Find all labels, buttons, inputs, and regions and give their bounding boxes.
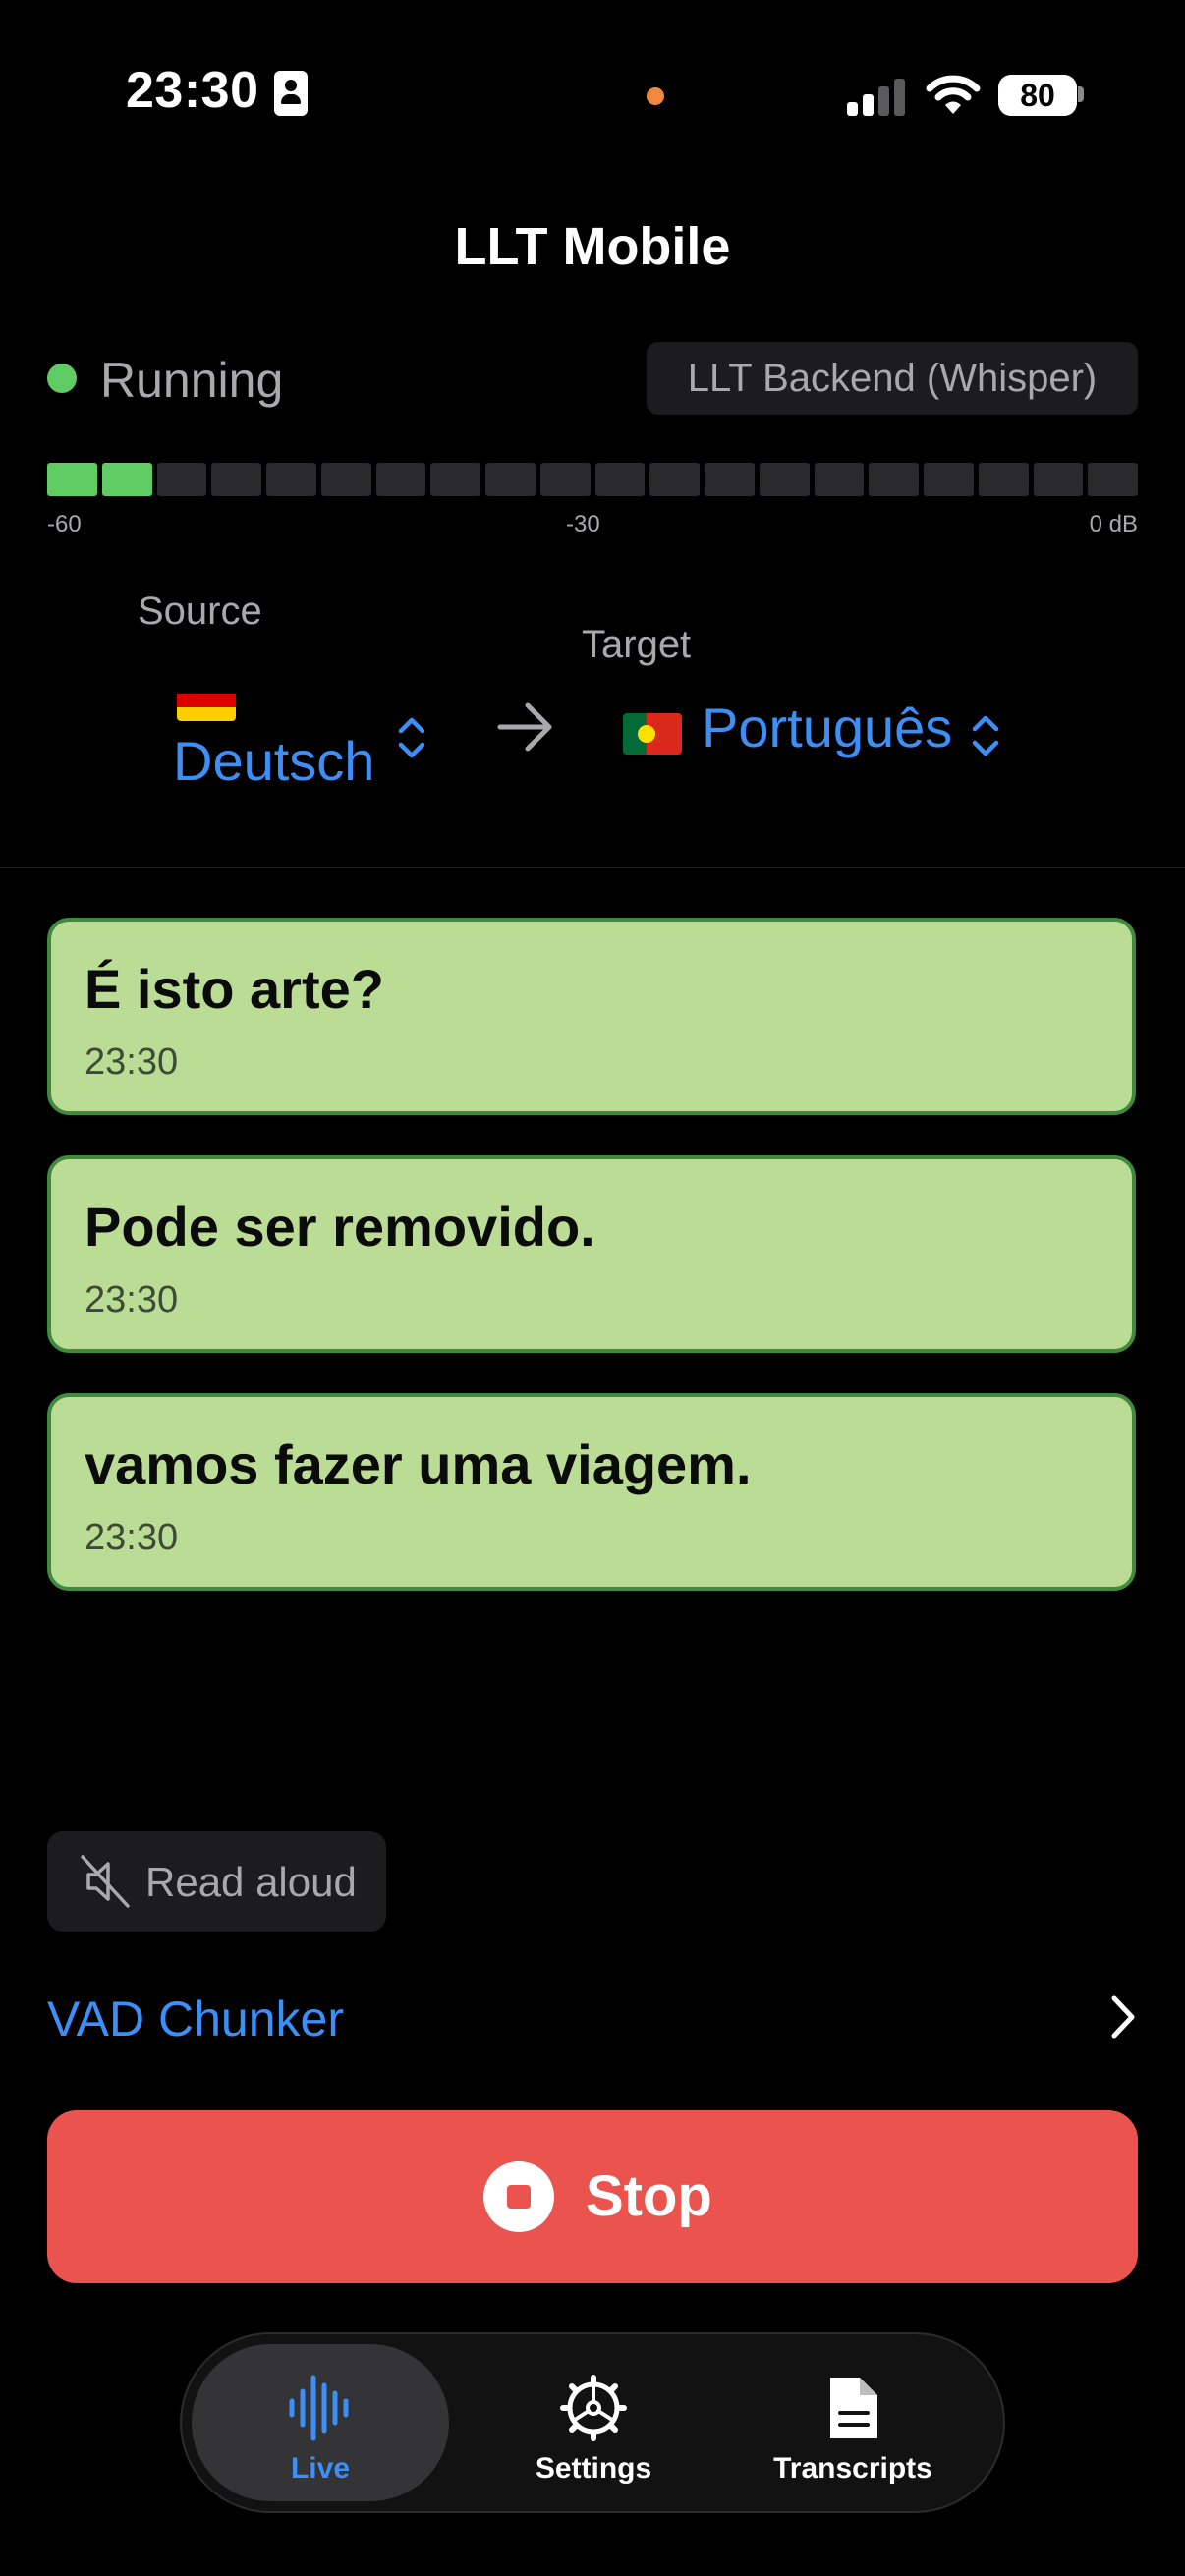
meter-segment [156, 463, 207, 496]
meter-segment [705, 463, 755, 496]
status-time: 23:30 [126, 62, 259, 119]
stop-button-label: Stop [586, 2164, 712, 2228]
meter-max-label: 0 dB [1089, 511, 1138, 537]
battery-indicator: 80 [998, 75, 1077, 116]
transcript-card[interactable]: Pode ser removido. 23:30 [47, 1155, 1136, 1353]
meter-segment [266, 463, 316, 496]
meter-segment [649, 463, 700, 496]
meter-segment [485, 463, 536, 496]
chevron-up-down-icon [398, 717, 425, 758]
tab-bar: Live Settings Transcripts [180, 2332, 1005, 2513]
tab-settings[interactable]: Settings [465, 2344, 722, 2501]
transcript-card[interactable]: É isto arte? 23:30 [47, 918, 1136, 1115]
cellular-signal-icon [847, 77, 906, 116]
transcript-text: Pode ser removido. [85, 1196, 595, 1258]
meter-segment [539, 463, 591, 496]
document-icon [830, 2378, 877, 2438]
meter-segment [375, 463, 426, 496]
meter-segment [430, 463, 480, 496]
gear-icon [560, 2375, 627, 2441]
read-aloud-toggle[interactable]: Read aloud [47, 1831, 386, 1932]
tab-live[interactable]: Live [192, 2344, 449, 2501]
chevron-right-icon [1111, 1995, 1135, 2039]
mic-in-use-indicator [647, 87, 664, 105]
transcript-text: vamos fazer uma viagem. [85, 1433, 752, 1495]
flag-de-icon [177, 680, 236, 721]
meter-segment [814, 463, 865, 496]
meter-segment [869, 463, 919, 496]
meter-segment-active [47, 463, 97, 496]
meter-segment [1088, 463, 1138, 496]
target-caption: Target [582, 623, 692, 666]
tab-transcripts-label: Transcripts [773, 2452, 932, 2485]
section-divider [0, 867, 1185, 868]
tab-live-label: Live [290, 2452, 351, 2485]
transcript-text: É isto arte? [85, 958, 384, 1020]
vad-chunker-row[interactable]: VAD Chunker [47, 1985, 1138, 2055]
chevron-up-down-icon [972, 715, 999, 756]
arrow-right-icon [497, 702, 552, 752]
waveform-icon [289, 2375, 349, 2441]
meter-segment-active [101, 463, 152, 496]
read-aloud-label: Read aloud [145, 1859, 357, 1905]
speaker-muted-icon [81, 1855, 130, 1908]
source-caption: Source [138, 589, 262, 633]
running-status-label: Running [100, 353, 284, 408]
target-language-name: Português [702, 697, 953, 758]
battery-tip [1078, 86, 1084, 102]
transcript-time: 23:30 [85, 1279, 179, 1320]
tab-transcripts[interactable]: Transcripts [724, 2344, 982, 2501]
source-language-picker[interactable]: Deutsch [171, 717, 456, 808]
audio-level-meter [47, 463, 1138, 496]
tab-settings-label: Settings [535, 2452, 652, 2485]
target-language-picker[interactable]: Português [700, 696, 1014, 774]
meter-segment [594, 463, 646, 496]
flag-pt-icon [623, 713, 682, 755]
meter-mid-label: -30 [566, 511, 600, 537]
page-title: LLT Mobile [454, 217, 731, 276]
transcript-time: 23:30 [85, 1041, 179, 1083]
transcript-card[interactable]: vamos fazer uma viagem. 23:30 [47, 1393, 1136, 1591]
running-status-dot [47, 364, 77, 393]
meter-segment [759, 463, 810, 496]
stop-circle-icon [483, 2161, 554, 2232]
meter-segment [320, 463, 371, 496]
meter-min-label: -60 [47, 511, 82, 537]
wifi-icon [926, 75, 981, 114]
transcript-time: 23:30 [85, 1517, 179, 1558]
backend-badge[interactable]: LLT Backend (Whisper) [647, 342, 1138, 415]
meter-segment [924, 463, 974, 496]
source-language-name: Deutsch [173, 730, 375, 792]
vad-chunker-label: VAD Chunker [47, 1991, 344, 2046]
stop-button[interactable]: Stop [47, 2110, 1138, 2283]
meter-segment [211, 463, 261, 496]
contact-card-icon [274, 71, 308, 116]
meter-segment [1033, 463, 1084, 496]
meter-segment [978, 463, 1029, 496]
